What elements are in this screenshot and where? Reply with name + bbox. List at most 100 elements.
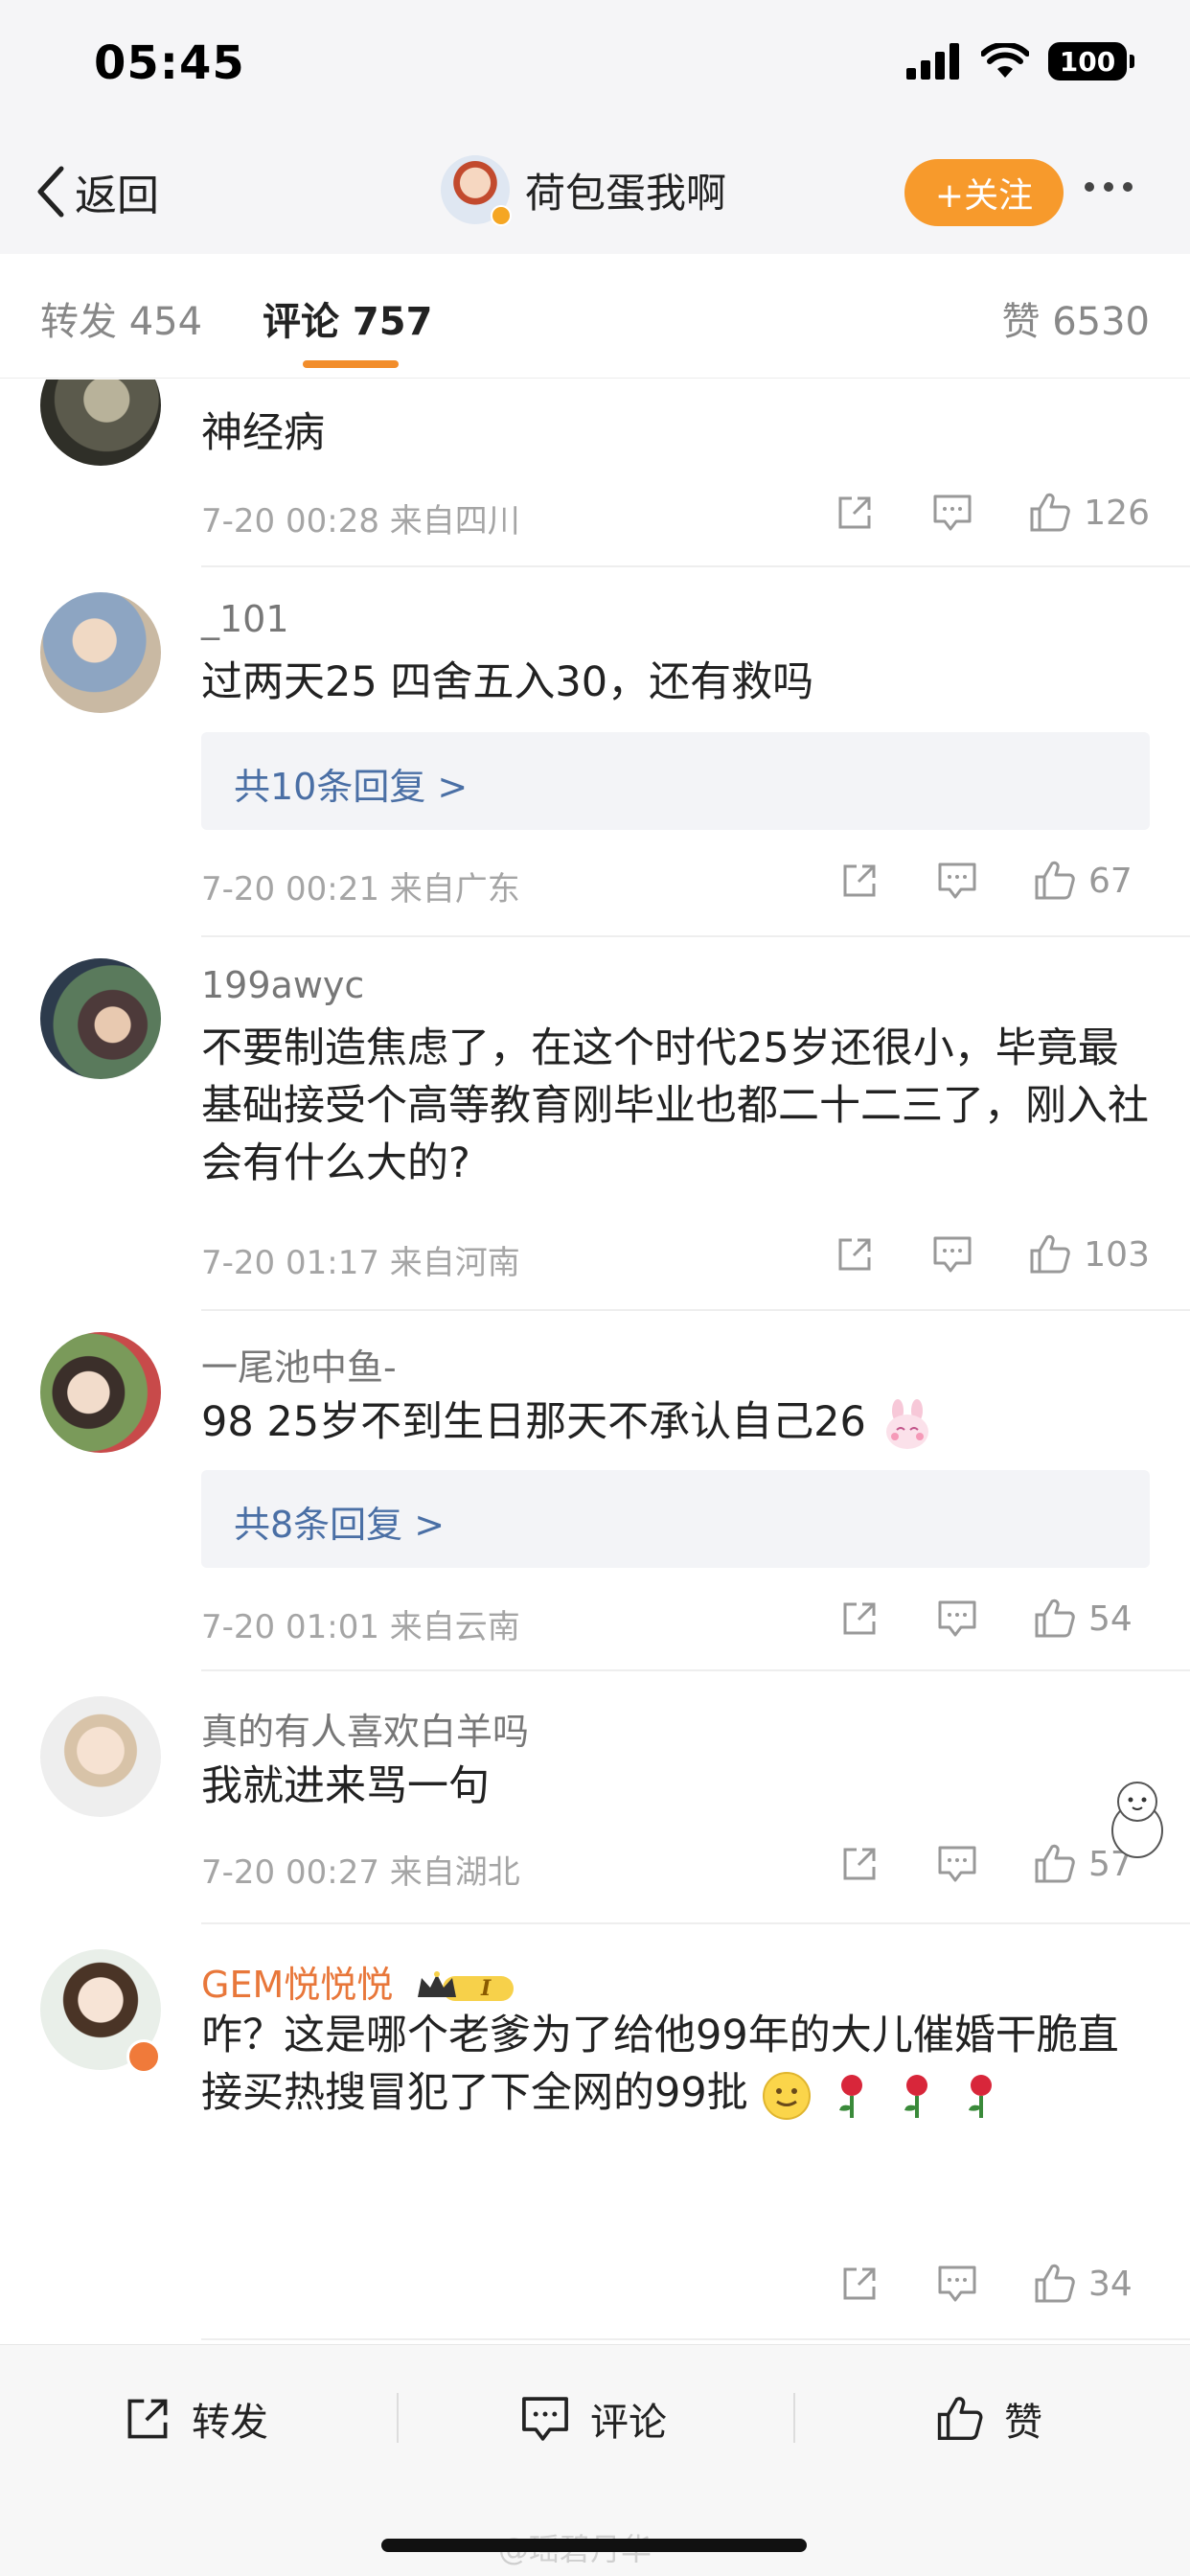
more-icon[interactable] (1085, 182, 1133, 192)
share-icon[interactable] (833, 491, 877, 535)
comment-text: 神经病 (201, 409, 325, 457)
comment-text: 不要制造焦虑了，在这个时代25岁还很小，毕竟最基础接受个高等教育刚毕业也都二十二… (201, 1024, 1149, 1187)
tab-comment[interactable]: 评论 757 (263, 290, 432, 346)
avatar[interactable] (40, 380, 161, 466)
home-indicator[interactable] (381, 2539, 807, 2552)
like-icon[interactable] (1028, 1232, 1072, 1276)
comment-username[interactable]: 199awyc (201, 964, 364, 1006)
like-icon[interactable] (1033, 1597, 1077, 1641)
share-icon[interactable] (833, 1232, 877, 1276)
vip-crown-icon: I (414, 1968, 519, 2007)
like-icon[interactable] (1033, 1842, 1077, 1886)
comment-text: 98 25岁不到生日那天不承认自己26 (201, 1393, 1150, 1453)
follow-button[interactable]: +关注 (904, 159, 1064, 226)
divider (201, 935, 1190, 937)
comment-label: 评论 (590, 2401, 667, 2445)
like-count: 103 (1084, 1234, 1150, 1275)
battery-indicator: 100 (1048, 42, 1134, 80)
reply-count-label: 共10条回复 > (234, 766, 469, 808)
reply-icon[interactable] (930, 1232, 974, 1276)
comment-text-content: 98 25岁不到生日那天不承认自己26 (201, 1398, 866, 1446)
back-button[interactable]: 返回 (34, 161, 159, 222)
divider (201, 2338, 1190, 2340)
like-icon[interactable] (1028, 491, 1072, 535)
bunny-emoji-icon (880, 1397, 935, 1453)
reply-icon[interactable] (930, 491, 974, 535)
divider (397, 2393, 399, 2443)
comment-actions: 54 (837, 1597, 1150, 1641)
back-label: 返回 (75, 172, 159, 220)
like-icon[interactable] (1033, 2262, 1077, 2306)
verified-badge-icon (126, 2039, 161, 2074)
comment-icon (519, 2394, 571, 2444)
comment-username[interactable]: GEM悦悦悦 I (201, 1955, 519, 2008)
share-icon[interactable] (837, 2262, 881, 2306)
smile-emoji-icon (761, 2070, 812, 2122)
vip-username: GEM悦悦悦 (201, 1964, 394, 2006)
status-icons: 100 (906, 42, 1134, 80)
rose-emoji-icon (826, 2070, 878, 2122)
reply-icon[interactable] (935, 859, 979, 903)
comment-text: 咋？这是哪个老爹为了给他99年的大儿催婚干脆直接买热搜冒犯了下全网的99批 (201, 2007, 1150, 2122)
avatar[interactable] (40, 592, 161, 713)
nav-bar: 返回 荷包蛋我啊 +关注 (0, 134, 1190, 254)
like-label: 赞 (1004, 2401, 1042, 2445)
comment-text: 过两天25 四舍五入30，还有救吗 (201, 658, 814, 706)
like-count: 126 (1084, 493, 1150, 533)
like-count: 54 (1088, 1598, 1133, 1639)
repost-button[interactable]: 转发 (123, 2391, 268, 2447)
like-icon[interactable] (1033, 859, 1077, 903)
reply-count-link[interactable]: 共10条回复 > (201, 732, 1150, 830)
comment-meta: 7-20 01:01 来自云南 (201, 1608, 520, 1646)
like-count: 34 (1088, 2264, 1133, 2304)
chevron-left-icon (34, 163, 67, 220)
signal-icon (906, 43, 962, 80)
verified-badge-icon (491, 205, 512, 226)
tab-bar: 转发 454 评论 757 赞 6530 (0, 254, 1190, 379)
page-title: 荷包蛋我啊 (525, 169, 727, 217)
wifi-icon (981, 43, 1029, 80)
bottom-action-bar: 转发 评论 赞 @瑶碧丹华 (0, 2344, 1190, 2576)
divider (793, 2393, 795, 2443)
share-icon[interactable] (837, 859, 881, 903)
comment-meta: 7-20 01:17 来自河南 (201, 1244, 520, 1282)
mascot-sticker-icon (1104, 1775, 1171, 1861)
like-count: 67 (1088, 861, 1133, 901)
divider (201, 1922, 1190, 1924)
avatar[interactable] (40, 1696, 161, 1817)
reply-icon[interactable] (935, 1842, 979, 1886)
reply-icon[interactable] (935, 2262, 979, 2306)
avatar[interactable] (40, 958, 161, 1079)
like-icon (935, 2395, 985, 2443)
rose-emoji-icon (891, 2070, 943, 2122)
comment-text: 我就进来骂一句 (201, 1762, 490, 1810)
share-icon[interactable] (837, 1842, 881, 1886)
comment-username[interactable]: 真的有人喜欢白羊吗 (201, 1702, 529, 1755)
comment-meta: 7-20 00:28 来自四川 (201, 502, 520, 540)
comment-actions: 103 (833, 1232, 1150, 1276)
reply-count-link[interactable]: 共8条回复 > (201, 1470, 1150, 1568)
share-icon (123, 2394, 172, 2444)
reply-count-label: 共8条回复 > (234, 1504, 446, 1546)
comment-actions: 34 (837, 2262, 1150, 2306)
vip-level-label: I (480, 1976, 492, 2001)
divider (201, 1309, 1190, 1311)
avatar[interactable] (40, 1332, 161, 1453)
comment-button[interactable]: 评论 (519, 2391, 667, 2447)
like-button[interactable]: 赞 (935, 2391, 1042, 2447)
tab-repost[interactable]: 转发 454 (40, 290, 202, 346)
reply-icon[interactable] (935, 1597, 979, 1641)
tab-like[interactable]: 赞 6530 (1001, 290, 1150, 346)
comment-actions: 67 (837, 859, 1150, 903)
comment-actions: 126 (833, 491, 1150, 535)
divider (201, 565, 1190, 567)
status-time: 05:45 (94, 36, 245, 90)
comment-username[interactable]: _101 (201, 598, 289, 640)
avatar (441, 155, 512, 226)
tab-active-indicator (303, 360, 399, 368)
comment-meta: 7-20 00:21 来自广东 (201, 870, 520, 908)
nav-user[interactable]: 荷包蛋我啊 (441, 155, 727, 226)
comment-feed[interactable]: 神经病 7-20 00:28 来自四川 126 _101 过两天25 四舍五入3… (0, 380, 1190, 2344)
comment-username[interactable]: 一尾池中鱼- (201, 1338, 397, 1391)
share-icon[interactable] (837, 1597, 881, 1641)
